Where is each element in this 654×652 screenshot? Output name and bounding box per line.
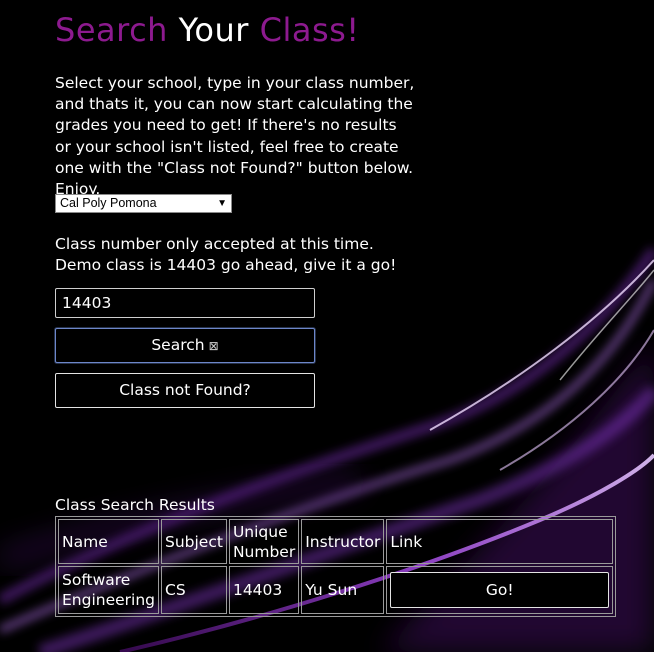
table-row: Software Engineering CS 14403 Yu Sun Go! (58, 566, 613, 614)
title-your-word: Your (178, 11, 249, 49)
cell-link: Go! (386, 566, 613, 614)
search-button-label: Search (151, 336, 205, 354)
search-button[interactable]: Search ⊠ (55, 328, 315, 363)
results-caption: Class Search Results (55, 496, 215, 514)
cell-unique-number: 14403 (228, 566, 300, 614)
go-button[interactable]: Go! (390, 572, 609, 608)
class-number-input[interactable] (55, 288, 315, 318)
title-class-word: Class! (259, 11, 360, 49)
column-header-subject: Subject (161, 519, 227, 564)
school-select-value: Cal Poly Pomona (60, 196, 157, 210)
column-header-unique-number: Unique Number (228, 519, 300, 564)
column-header-name: Name (58, 519, 159, 564)
intro-text: Select your school, type in your class n… (55, 74, 415, 199)
title-search-word: Search (55, 11, 168, 49)
page-title: Search Your Class! (55, 8, 360, 52)
class-not-found-button[interactable]: Class not Found? (55, 373, 315, 408)
cell-subject: CS (161, 566, 227, 614)
cell-class-name: Software Engineering (58, 566, 159, 614)
column-header-link: Link (386, 519, 613, 564)
box-glyph-icon: ⊠ (208, 339, 219, 353)
cell-instructor: Yu Sun (301, 566, 385, 614)
column-header-instructor: Instructor (301, 519, 385, 564)
results-table: Name Subject Unique Number Instructor Li… (55, 516, 616, 617)
chevron-down-icon: ▼ (217, 198, 227, 209)
page: Search Your Class! Select your school, t… (0, 0, 654, 652)
table-header-row: Name Subject Unique Number Instructor Li… (58, 519, 613, 564)
demo-hint-text: Class number only accepted at this time.… (55, 235, 397, 275)
school-select[interactable]: Cal Poly Pomona ▼ (55, 194, 232, 213)
